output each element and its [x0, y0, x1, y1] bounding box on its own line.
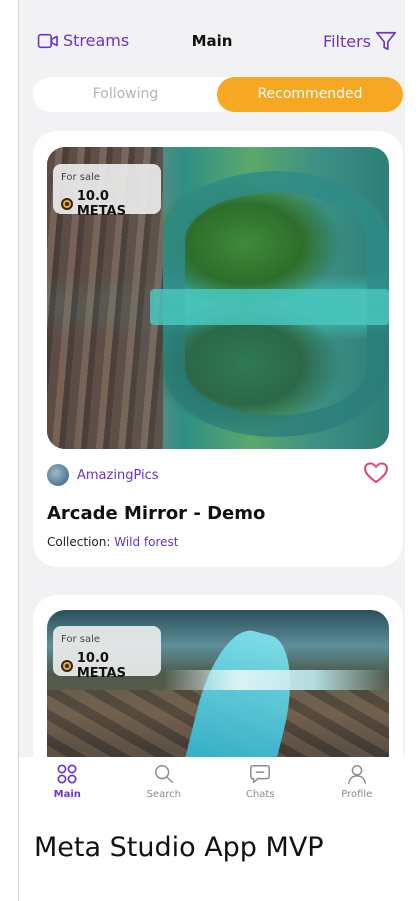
price: 10.0 METAS: [61, 189, 161, 219]
nft-image[interactable]: For sale 10.0 METAS: [47, 147, 389, 449]
nft-title: Arcade Mirror - Demo: [47, 503, 266, 524]
feed-segmented-control: Following Recommended: [33, 77, 403, 112]
coin-icon: [61, 660, 73, 672]
sale-badge: For sale 10.0 METAS: [53, 164, 161, 219]
collection-prefix: Collection:: [47, 535, 111, 549]
nav-main-label: Main: [53, 789, 81, 800]
sale-label: For sale: [61, 172, 101, 183]
sale-badge: For sale 10.0 METAS: [53, 626, 161, 681]
author-link[interactable]: AmazingPics: [47, 464, 159, 486]
filters-label: Filters: [323, 31, 371, 51]
heart-icon[interactable]: [363, 461, 389, 485]
nav-chats-label: Chats: [245, 789, 275, 800]
collection-info: Collection: Wild forest: [47, 535, 179, 549]
nav-chats[interactable]: Chats: [212, 757, 309, 818]
price-value: 10.0 METAS: [76, 189, 126, 219]
search-icon: [154, 765, 173, 783]
nav-search-label: Search: [146, 789, 181, 800]
collection-link[interactable]: Wild forest: [114, 535, 178, 549]
nav-profile-label: Profile: [341, 789, 373, 800]
app-screen: Streams Main Filters Following Recommend…: [19, 0, 405, 818]
nav-search[interactable]: Search: [116, 757, 213, 818]
tab-following[interactable]: Following: [33, 77, 218, 112]
tab-recommended[interactable]: Recommended: [217, 77, 403, 112]
coin-icon: [61, 198, 73, 210]
author-name: AmazingPics: [77, 467, 159, 483]
nav-profile[interactable]: Profile: [309, 757, 406, 818]
avatar: [47, 464, 69, 486]
filter-funnel-icon: [376, 31, 396, 51]
grid-icon: [57, 764, 77, 784]
price: 10.0 METAS: [61, 651, 161, 681]
price-value: 10.0 METAS: [76, 651, 126, 681]
nav-main[interactable]: Main: [19, 757, 116, 818]
mockup-caption: Meta Studio App MVP: [34, 832, 324, 863]
top-bar: Streams Main Filters: [19, 0, 405, 70]
profile-icon: [347, 765, 366, 784]
nft-card[interactable]: For sale 10.0 METAS AmazingPics Arcade M…: [33, 131, 403, 567]
chat-icon: [250, 765, 271, 783]
filters-button[interactable]: Filters: [323, 30, 397, 52]
sale-label: For sale: [61, 634, 101, 645]
bottom-navigation: Main Search Chats Profile: [19, 757, 405, 818]
